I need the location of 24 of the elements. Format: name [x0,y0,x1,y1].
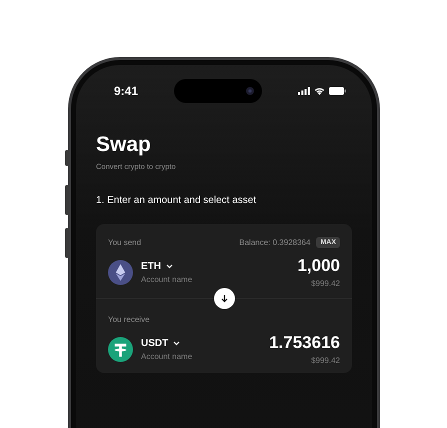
chevron-down-icon [166,264,173,268]
section-label: You receive [108,314,150,324]
fiat-value: $999.42 [311,279,340,288]
page-title: Swap [96,133,152,157]
amount-text: 1.753616 [269,333,340,353]
account-name: Account name [141,274,192,284]
asset-selector[interactable]: USDT [141,338,192,348]
balance-text: Balance: 0.3928364 [239,238,310,246]
battery-icon [329,87,346,95]
amount-text: 1,000 [297,256,340,276]
ethereum-coin-icon [108,260,133,284]
fiat-value: $999.42 [311,356,340,365]
wifi-icon [314,87,325,95]
signal-icon [298,87,310,95]
arrow-down-icon [220,294,229,303]
tether-coin-icon [108,336,133,362]
section-label: You send [108,238,142,246]
swap-direction-button[interactable] [214,288,235,309]
status-time: 9:41 [114,84,138,98]
chevron-down-icon [173,340,180,346]
asset-selector[interactable]: ETH [141,260,192,272]
camera-lens-icon [246,87,254,95]
step-heading: 1. Enter an amount and select asset [96,195,258,206]
account-name: Account name [141,352,192,360]
